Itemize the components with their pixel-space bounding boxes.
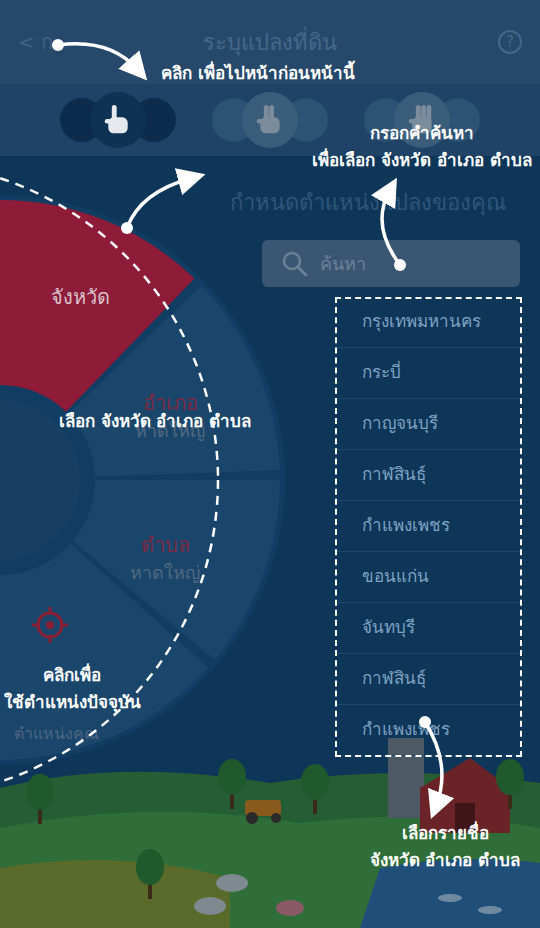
tutorial-tip: เลือกรายชื่อจังหวัด อำเภอ ตำบล (370, 820, 521, 874)
list-highlight (335, 297, 522, 757)
locate-label[interactable]: ตำแหน่งคุณ (14, 722, 99, 746)
province-list: กรุงเทพมหานครกระบี่กาญจนบุรีกาฬสินธุ์กำแ… (335, 297, 522, 756)
hand-icon (255, 103, 285, 137)
tutorial-tip: เลือก จังหวัด อำเภอ ตำบล (59, 408, 252, 435)
tutorial-tip: กรอกคำค้นหาเพื่อเลือก จังหวัด อำเภอ ตำบล (312, 120, 532, 174)
wheel-sector-label[interactable]: จังหวัด (51, 282, 110, 312)
app-screen: จังหวัดอำเภอหาดใหญ่ตำบลหาดใหญ่ตำแหน่งคุณ… (0, 0, 540, 928)
step-indicator[interactable] (212, 92, 328, 148)
province-item[interactable]: กำแพงเพชร (335, 501, 522, 552)
province-item[interactable]: ขอนแก่น (335, 552, 522, 603)
locate-sector[interactable] (0, 544, 208, 760)
province-item[interactable]: กาญจนบุรี (335, 399, 522, 450)
search-field[interactable]: ค้นหา (262, 240, 520, 287)
wheel-sector-label[interactable]: ตำบลหาดใหญ่ (130, 530, 200, 586)
province-item[interactable]: จันทบุรี (335, 603, 522, 654)
search-icon (282, 251, 308, 277)
help-button[interactable]: ? (498, 30, 522, 54)
step-bar (0, 84, 540, 156)
province-item[interactable]: กรุงเทพมหานคร (335, 297, 522, 348)
tutorial-tip: คลิกเพื่อใช้ตำแหน่งปัจจุบัน (4, 662, 141, 716)
target-icon[interactable] (30, 605, 70, 645)
province-item[interactable]: กำแพงเพชร (335, 705, 522, 756)
tutorial-tip: คลิก เพื่อไปหน้าก่อนหน้านี้ (161, 60, 355, 87)
hand-icon (103, 103, 133, 137)
province-item[interactable]: กาฬสินธุ์ (335, 450, 522, 501)
step-indicator[interactable] (60, 92, 176, 148)
back-button[interactable]: < ก (18, 27, 78, 57)
province-item[interactable]: กาฬสินธุ์ (335, 654, 522, 705)
province-item[interactable]: กระบี่ (335, 348, 522, 399)
page-title: ระบุแปลงที่ดิน (203, 26, 337, 59)
wheel-sector[interactable] (68, 286, 279, 477)
